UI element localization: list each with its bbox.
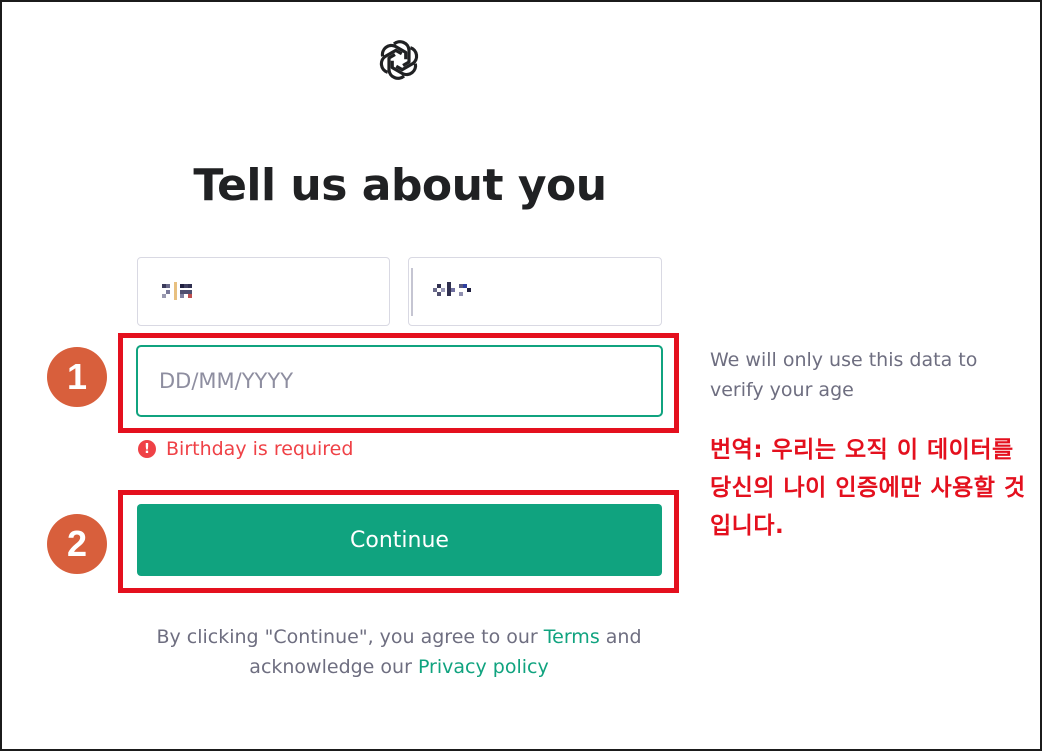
annotation-badge-1: 1	[47, 347, 107, 407]
error-message: Birthday is required	[166, 438, 354, 460]
terms-link[interactable]: Terms	[544, 626, 600, 648]
birthday-input[interactable]	[136, 345, 663, 417]
text-cursor	[411, 268, 413, 316]
redacted-first-name	[162, 282, 206, 300]
age-verification-note: We will only use this data to verify you…	[710, 349, 978, 401]
privacy-policy-link[interactable]: Privacy policy	[418, 656, 549, 678]
continue-button[interactable]: Continue	[137, 504, 662, 576]
openai-logo-icon	[379, 40, 419, 80]
translation-annotation: 번역: 우리는 오직 이 데이터를 당신의 나이 인증에만 사용할 것입니다.	[710, 437, 1026, 539]
exclamation-circle-icon: !	[138, 440, 156, 458]
legal-prefix: By clicking "Continue", you agree to our	[156, 626, 544, 648]
annotation-badge-2: 2	[47, 514, 107, 574]
first-name-field[interactable]	[137, 257, 390, 326]
page-title: Tell us about you	[193, 160, 607, 211]
redacted-last-name	[433, 282, 481, 300]
legal-notice: By clicking "Continue", you agree to our…	[140, 622, 658, 682]
birthday-error: ! Birthday is required	[138, 436, 353, 462]
last-name-field[interactable]	[408, 257, 662, 326]
